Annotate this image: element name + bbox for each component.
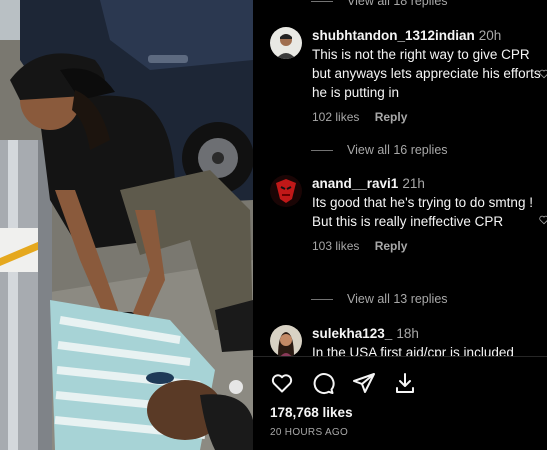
post-likes-count[interactable]: 178,768 likes bbox=[270, 405, 353, 420]
avatar-image bbox=[270, 325, 302, 357]
comment-header: anand__ravi1 21h bbox=[312, 175, 542, 193]
comment-text: This is not the right way to give CPR bu… bbox=[312, 47, 541, 100]
comment-time: 21h bbox=[402, 176, 425, 191]
view-replies-label: View all 13 replies bbox=[347, 292, 448, 306]
reply-button[interactable]: Reply bbox=[375, 239, 408, 253]
comment-username[interactable]: sulekha123_ bbox=[312, 326, 392, 341]
view-replies-button[interactable]: View all 16 replies bbox=[311, 143, 448, 157]
post-actions-bar: 178,768 likes 20 HOURS AGO bbox=[253, 356, 547, 450]
view-replies-label: View all 18 replies bbox=[347, 0, 448, 8]
comment-item: shubhtandon_1312indian 20h This is not th… bbox=[270, 27, 547, 147]
comment-text: Its good that he's trying to do smtng ! … bbox=[312, 195, 533, 229]
save-download-icon[interactable] bbox=[393, 371, 417, 395]
heart-icon[interactable] bbox=[270, 371, 294, 395]
view-replies-button[interactable]: View all 13 replies bbox=[311, 292, 448, 306]
comment-time: 18h bbox=[396, 326, 419, 341]
avatar-image bbox=[270, 175, 302, 207]
action-icons-row bbox=[270, 371, 417, 395]
comment-header: sulekha123_ 18h bbox=[312, 325, 542, 343]
post-timestamp: 20 HOURS AGO bbox=[270, 427, 349, 438]
instagram-post-view: View all 18 replies shubhtandon_1312indi… bbox=[0, 0, 547, 450]
replies-divider-line bbox=[311, 149, 333, 151]
comment-icon[interactable] bbox=[311, 371, 335, 395]
view-replies-button[interactable]: View all 18 replies bbox=[311, 0, 448, 8]
replies-divider-line bbox=[311, 0, 333, 2]
comment-body: shubhtandon_1312indian 20h This is not th… bbox=[312, 27, 542, 124]
comment-header: shubhtandon_1312indian 20h bbox=[312, 27, 542, 45]
view-replies-label: View all 16 replies bbox=[347, 143, 448, 157]
comment-likes[interactable]: 102 likes bbox=[312, 110, 359, 124]
replies-divider-line bbox=[311, 298, 333, 300]
comment-body: anand__ravi1 21h Its good that he's tryin… bbox=[312, 175, 542, 253]
comment-meta: 103 likes Reply bbox=[312, 239, 542, 253]
avatar[interactable] bbox=[270, 27, 302, 59]
comment-time: 20h bbox=[478, 28, 502, 43]
avatar-image bbox=[270, 27, 302, 59]
post-photo bbox=[0, 0, 253, 450]
small-heart-icon[interactable] bbox=[539, 215, 547, 225]
small-heart-icon[interactable] bbox=[539, 69, 547, 79]
comment-item: anand__ravi1 21h Its good that he's tryin… bbox=[270, 175, 547, 275]
comment-username[interactable]: shubhtandon_1312indian bbox=[312, 28, 475, 43]
comment-username[interactable]: anand__ravi1 bbox=[312, 176, 398, 191]
avatar[interactable] bbox=[270, 175, 302, 207]
comment-meta: 102 likes Reply bbox=[312, 110, 542, 124]
comment-likes[interactable]: 103 likes bbox=[312, 239, 359, 253]
send-icon[interactable] bbox=[352, 371, 376, 395]
cpr-scene-illustration bbox=[0, 0, 253, 450]
reply-button[interactable]: Reply bbox=[375, 110, 408, 124]
comments-panel: View all 18 replies shubhtandon_1312indi… bbox=[253, 0, 547, 450]
avatar[interactable] bbox=[270, 325, 302, 357]
